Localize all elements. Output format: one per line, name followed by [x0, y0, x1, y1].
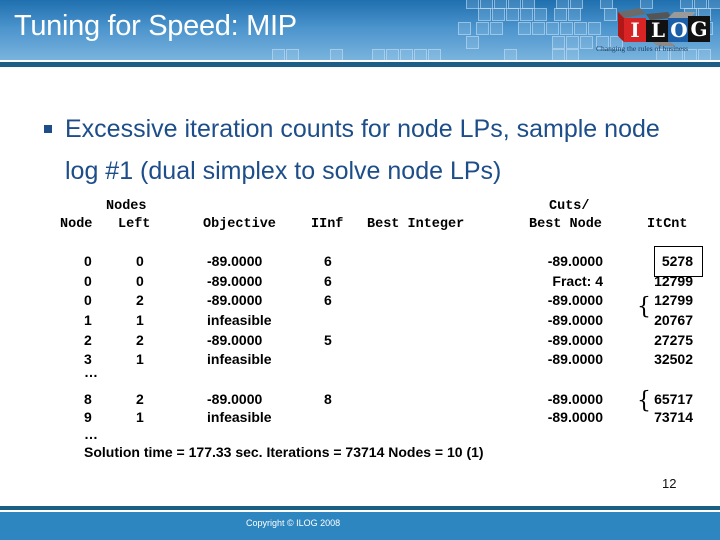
log-cell-iinf: 5 — [324, 332, 332, 348]
log-cell-left: 2 — [136, 391, 144, 407]
log-cell-objective: infeasible — [207, 351, 272, 367]
log-cell-node: 0 — [84, 253, 92, 269]
log-cell-left: 1 — [136, 312, 144, 328]
log-cell-iinf: 6 — [324, 292, 332, 308]
header-node: Node — [60, 217, 93, 232]
log-cell-node: 9 — [84, 409, 92, 425]
log-cell-best-node: -89.0000 — [547, 409, 603, 425]
header-best-integer: Best Integer — [367, 217, 465, 232]
log-cell-itcnt: 27275 — [654, 332, 693, 348]
log-cell-left: 2 — [136, 292, 144, 308]
log-cell-iinf: 6 — [324, 273, 332, 289]
brace-annotation-icon: { — [637, 293, 651, 320]
header-iinf: IInf — [311, 217, 344, 232]
log-cell-node: 1 — [84, 312, 92, 328]
node-log: Nodes Node Left Objective IInf Best Inte… — [0, 0, 720, 540]
log-cell-best-node: -89.0000 — [547, 312, 603, 328]
log-cell-objective: -89.0000 — [207, 253, 263, 269]
log-cell-best-node: -89.0000 — [547, 253, 603, 269]
highlight-box — [654, 246, 703, 277]
log-cell-left: 0 — [136, 273, 144, 289]
log-cell-objective: -89.0000 — [207, 292, 263, 308]
log-cell-iinf: 8 — [324, 391, 332, 407]
log-cell-left: 1 — [136, 409, 144, 425]
log-cell-node: 0 — [84, 273, 92, 289]
log-cell-itcnt: 32502 — [654, 351, 693, 367]
log-cell-left: 2 — [136, 332, 144, 348]
log-cell-objective: -89.0000 — [207, 391, 263, 407]
log-cell-objective: -89.0000 — [207, 273, 263, 289]
log-cell-iinf: 6 — [324, 253, 332, 269]
header-cuts: Cuts/ — [549, 199, 590, 214]
log-cell-node: 2 — [84, 332, 92, 348]
log-cell-best-node: -89.0000 — [547, 332, 603, 348]
copyright-text: Copyright © ILOG 2008 — [246, 518, 341, 528]
log-cell-best-node: -89.0000 — [547, 351, 603, 367]
header-objective: Objective — [203, 217, 276, 232]
log-cell-objective: infeasible — [207, 409, 272, 425]
log-cell-node: 0 — [84, 292, 92, 308]
header-itcnt: ItCnt — [647, 217, 688, 232]
header-left: Left — [118, 217, 151, 232]
log-cell-node: 8 — [84, 391, 92, 407]
page-number: 12 — [662, 476, 677, 491]
log-ellipsis: … — [84, 426, 98, 442]
header-nodes-line1: Nodes — [106, 199, 147, 214]
brace-annotation-icon: { — [637, 387, 651, 414]
log-cell-best-node: Fract: 4 — [552, 273, 603, 289]
log-cell-best-node: -89.0000 — [547, 391, 603, 407]
log-cell-best-node: -89.0000 — [547, 292, 603, 308]
log-cell-left: 1 — [136, 351, 144, 367]
log-ellipsis: … — [84, 364, 98, 380]
log-cell-left: 0 — [136, 253, 144, 269]
log-cell-objective: -89.0000 — [207, 332, 263, 348]
slide-footer — [0, 512, 720, 540]
header-best-node: Best Node — [529, 217, 602, 232]
log-cell-objective: infeasible — [207, 312, 272, 328]
solution-summary: Solution time = 177.33 sec. Iterations =… — [84, 444, 484, 460]
